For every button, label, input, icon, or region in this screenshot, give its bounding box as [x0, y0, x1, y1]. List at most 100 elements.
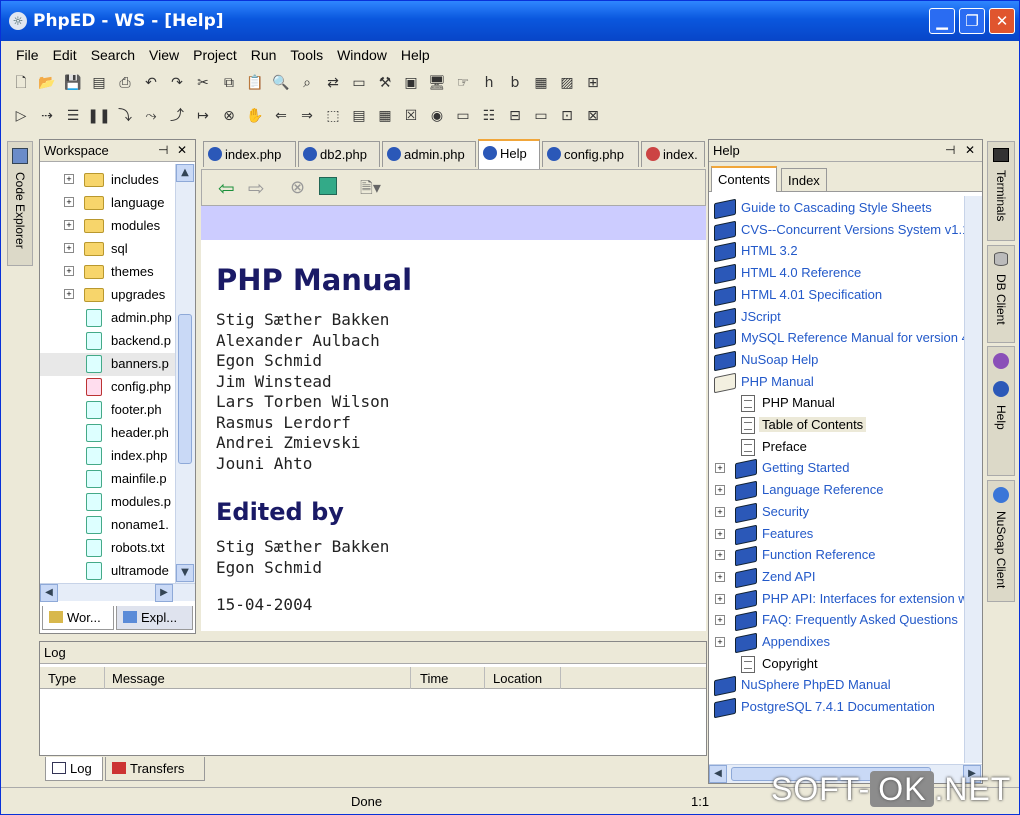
run-icon[interactable]: ▷ — [9, 104, 33, 128]
scroll-left-icon[interactable]: ◀ — [709, 765, 727, 783]
help-tree-item[interactable]: PHP Manual — [709, 392, 982, 415]
print-icon[interactable]: ⎙ — [113, 71, 137, 95]
maximize-button[interactable]: ❐ — [959, 8, 985, 34]
back-arrow-icon[interactable]: ⇦ — [218, 176, 235, 200]
menu-search[interactable]: Search — [84, 44, 142, 63]
tab-config-php[interactable]: config.php — [542, 141, 639, 167]
new-file-icon[interactable]: 🗋 — [9, 71, 33, 95]
workspace-close-icon[interactable]: ✕ — [177, 143, 187, 157]
lines-icon[interactable]: ☰ — [61, 104, 85, 128]
text-field-icon[interactable]: ▭ — [451, 104, 475, 128]
tab-explorer[interactable]: Expl... — [116, 606, 193, 630]
expand-icon[interactable]: + — [715, 615, 725, 626]
tab-contents[interactable]: Contents — [711, 166, 778, 192]
list-icon[interactable]: ☷ — [477, 104, 501, 128]
expand-icon[interactable]: + — [715, 506, 725, 517]
help-tree-item[interactable]: + Appendixes — [709, 631, 982, 654]
help-tree-item[interactable]: NuSphere PhpED Manual — [709, 674, 982, 697]
tab-help[interactable]: Help — [478, 139, 540, 169]
stop-icon[interactable]: ⊗ — [217, 104, 241, 128]
pin-icon[interactable]: ⊣ — [158, 143, 168, 157]
file-item[interactable]: config.php — [40, 376, 178, 399]
scroll-right-icon[interactable]: ▶ — [155, 584, 173, 602]
replace-icon[interactable]: ⇄ — [321, 71, 345, 95]
help-pane-close-icon[interactable]: ✕ — [965, 143, 975, 157]
file-item[interactable]: banners.p — [40, 353, 178, 376]
folder-item[interactable]: + language — [40, 192, 178, 215]
radio-icon[interactable]: ◉ — [425, 104, 449, 128]
help-tree-item[interactable]: + FAQ: Frequently Asked Questions — [709, 609, 982, 632]
form-icon[interactable]: ▤ — [347, 104, 371, 128]
html-icon[interactable]: h — [477, 71, 501, 95]
menu-run[interactable]: Run — [244, 44, 284, 63]
expand-icon[interactable]: + — [64, 289, 74, 299]
col-time[interactable]: Time — [420, 671, 448, 686]
expand-icon[interactable]: + — [64, 243, 74, 253]
help-tree-item[interactable]: HTML 4.0 Reference — [709, 262, 982, 285]
terminal-icon[interactable]: ▣ — [399, 71, 423, 95]
help-tree-item[interactable]: PHP Manual — [709, 371, 982, 394]
help-vscroll[interactable] — [964, 196, 982, 763]
help-tree-item[interactable]: + Language Reference — [709, 479, 982, 502]
table-icon[interactable]: ▦ — [529, 71, 553, 95]
title-bar[interactable]: ☼ PhpED - WS - [Help] ▁ ❐ ✕ — [1, 1, 1019, 41]
menu-help[interactable]: Help — [394, 44, 437, 63]
folder-item[interactable]: + upgrades — [40, 284, 178, 307]
nusoap-client-dock[interactable]: NuSoap Client — [987, 480, 1015, 602]
expand-icon[interactable]: + — [715, 571, 725, 582]
save-icon[interactable]: 💾 — [61, 71, 85, 95]
help-tree-item[interactable]: + Security — [709, 501, 982, 524]
button-icon[interactable]: ▭ — [529, 104, 553, 128]
help-tree-item[interactable]: + Function Reference — [709, 544, 982, 567]
pause-icon[interactable]: ❚❚ — [87, 104, 111, 128]
refresh-icon[interactable] — [319, 177, 337, 195]
redo-icon[interactable]: ↷ — [165, 71, 189, 95]
file-item[interactable]: header.ph — [40, 422, 178, 445]
minimize-button[interactable]: ▁ — [929, 8, 955, 34]
monitor-icon[interactable]: ▭ — [347, 71, 371, 95]
expand-icon[interactable]: + — [715, 550, 725, 561]
help-tree-item[interactable]: MySQL Reference Manual for version 4 — [709, 327, 982, 350]
forward-arrow-icon[interactable]: ⇨ — [248, 176, 265, 200]
tab-index-php[interactable]: index.php — [203, 141, 296, 167]
undo-icon[interactable]: ↶ — [139, 71, 163, 95]
file-item[interactable]: admin.php — [40, 307, 178, 330]
terminals-dock[interactable]: Terminals — [987, 141, 1015, 241]
stop-icon[interactable]: ⊗ — [290, 177, 305, 198]
file-item[interactable]: backend.p — [40, 330, 178, 353]
help-tree-item[interactable]: + Zend API — [709, 566, 982, 589]
scroll-up-icon[interactable]: ▲ — [176, 164, 194, 182]
pin-icon[interactable]: ⊣ — [945, 143, 955, 157]
expand-icon[interactable]: + — [64, 266, 74, 276]
expand-icon[interactable]: + — [715, 463, 725, 474]
help-tree-item[interactable]: Table of Contents — [709, 414, 982, 437]
help-tree-item[interactable]: NuSoap Help — [709, 349, 982, 372]
close-button[interactable]: ✕ — [989, 8, 1015, 34]
open-file-icon[interactable]: 📂 — [35, 71, 59, 95]
folder-item[interactable]: + themes — [40, 261, 178, 284]
expand-icon[interactable]: + — [715, 593, 725, 604]
menu-view[interactable]: View — [142, 44, 186, 63]
help-tree-item[interactable]: CVS--Concurrent Versions System v1.1 — [709, 219, 982, 242]
select-icon[interactable]: ⬚ — [321, 104, 345, 128]
file-item[interactable]: mainfile.p — [40, 468, 178, 491]
expand-icon[interactable]: + — [64, 174, 74, 184]
scroll-down-icon[interactable]: ▼ — [176, 564, 194, 582]
tab-index[interactable]: Index — [781, 168, 827, 192]
find-icon[interactable]: 🔍 — [269, 71, 293, 95]
tools-icon[interactable]: ⚒ — [373, 71, 397, 95]
menu-window[interactable]: Window — [330, 44, 394, 63]
step-out-icon[interactable]: ⤴ — [165, 104, 189, 128]
computer-icon[interactable]: 🖥 — [425, 71, 449, 95]
menu-edit[interactable]: Edit — [46, 44, 84, 63]
sitemap-icon[interactable]: ⊞ — [581, 71, 605, 95]
folder-item[interactable]: + includes — [40, 169, 178, 192]
file-item[interactable]: index.php — [40, 445, 178, 468]
grid-icon[interactable]: ▦ — [373, 104, 397, 128]
workspace-hscroll[interactable]: ◀ ▶ — [40, 583, 195, 602]
help-tree-item[interactable]: Copyright — [709, 653, 982, 676]
tab-admin-php[interactable]: admin.php — [382, 141, 476, 167]
folder-item[interactable]: + sql — [40, 238, 178, 261]
tab-workspace[interactable]: Wor... — [42, 606, 114, 630]
help-tree-item[interactable]: + Features — [709, 523, 982, 546]
